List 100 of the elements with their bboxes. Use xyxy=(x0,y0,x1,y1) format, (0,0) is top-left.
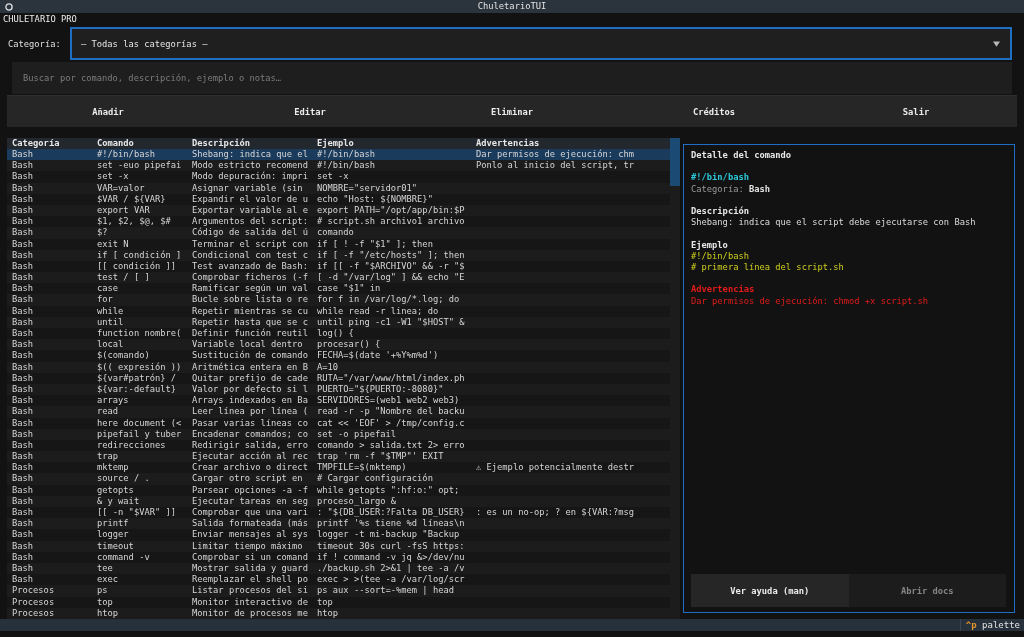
table-cell-text: if [ -f "/etc/hosts" ]; then xyxy=(317,249,466,261)
table-row[interactable]: Bash source / . Cargar otro script en # Cargar configuración xyxy=(7,473,670,485)
table-cell-text: Bash xyxy=(12,216,35,228)
table-cell-text: source / . xyxy=(97,473,151,485)
table-cell-text: Bash xyxy=(12,227,35,239)
table-cell-text: Expandir el valor de u xyxy=(192,193,309,205)
table-cell-text: comando xyxy=(317,227,355,239)
section-heading: Descripción xyxy=(691,206,750,218)
toolbar-button[interactable]: Eliminar xyxy=(411,95,613,127)
table-cell-text: htop xyxy=(97,607,120,619)
scrollbar-thumb[interactable] xyxy=(670,138,680,186)
table-row[interactable]: Bash if [ condición ] Condicional con test c if [ -f "/etc/hosts" ]; then xyxy=(7,249,670,261)
table-cell-text: Cargar otro script en xyxy=(192,473,304,485)
command-palette-button[interactable]: ^p palette xyxy=(959,619,1024,631)
table-cell-text: Bash xyxy=(12,272,35,284)
scrollbar-track[interactable] xyxy=(670,138,680,619)
table-row[interactable]: Bash local Variable local dentro procesar() { xyxy=(7,339,670,351)
table-row[interactable]: Bash test / [ ] Comprobar ficheros (-f [ -d "/var/log" ] && echo "E xyxy=(7,272,670,284)
column-header: Advertencias xyxy=(476,138,541,149)
table-row[interactable]: Bash read Leer línea por línea ( read -r -p "Nombre del backu xyxy=(7,406,670,418)
table-cell-text: #!/bin/bash xyxy=(317,149,376,161)
table-cell-text: Bash xyxy=(12,260,35,273)
table-cell-text: Bash xyxy=(12,439,35,452)
table-cell-text: if [[ -f "$ARCHIVO" && -r "$ xyxy=(317,260,466,273)
column-header: Comando xyxy=(97,138,135,149)
table-row[interactable]: Bash printf Salida formateada (más printf '%s tiene %d líneas\n xyxy=(7,518,670,530)
table-cell-text: Monitor interactivo de xyxy=(192,596,309,608)
table-cell-text: procesar() { xyxy=(317,339,382,351)
table-cell-text: case xyxy=(97,283,120,295)
description-text: Shebang: indica que el script debe ejecutarse con Bash xyxy=(691,217,977,229)
table-cell-text: Ramificar según un val xyxy=(192,283,309,295)
table-row[interactable]: Bash set -euo pipefai Modo estricto recomend #!/bin/bash Ponlo al inicio del script, tr xyxy=(7,160,670,172)
table-cell-text: Reemplazar el shell po xyxy=(192,574,309,586)
table-cell-text: Bash xyxy=(12,417,35,429)
table-cell-text: $(comando) xyxy=(97,350,151,362)
table-cell-text: read xyxy=(97,406,120,418)
table-cell-text: Bash xyxy=(12,551,35,563)
table-row[interactable]: Bash $(( expresión )) Aritmética entera en B A=10 xyxy=(7,361,670,373)
table-cell-text: set -o pipefail xyxy=(317,428,398,440)
table-row[interactable]: Procesos htop Monitor de procesos me htop xyxy=(7,607,670,619)
action-button[interactable]: Ver ayuda (man) xyxy=(691,574,849,607)
table-cell-text: $VAR / ${VAR} xyxy=(97,193,167,205)
table-row[interactable]: Bash $? Código de salida del ú comando xyxy=(7,227,670,239)
table-cell-text: export VAR xyxy=(97,204,151,217)
table-cell-text: # Cargar configuración xyxy=(317,473,434,485)
table-cell-text: Comprobar ficheros (-f xyxy=(192,272,309,284)
table-cell-text: #!/bin/bash xyxy=(317,160,376,172)
table-cell-text: while xyxy=(97,305,125,317)
table-cell-text: ./backup.sh 2>&1 | tee -a /v xyxy=(317,562,466,575)
table-cell-text: ps aux --sort=-%mem | head xyxy=(317,585,455,597)
table-cell-text: Exportar variable al e xyxy=(192,204,309,217)
table-cell-text: Condicional con test c xyxy=(192,249,309,261)
table-cell-text: Definir función reutil xyxy=(192,328,309,340)
table-cell-text: Repetir mientras se cu xyxy=(192,305,309,317)
table-cell-text: htop xyxy=(317,607,340,619)
table-row[interactable]: Bash trap Ejecutar acción al rec trap 'rm -f "$TMP"' EXIT xyxy=(7,451,670,463)
table-cell-text: Bash xyxy=(12,484,35,496)
search-field[interactable]: Buscar por comando, descripción, ejemplo o notas… xyxy=(12,62,1012,94)
table-row[interactable]: Bash for Bucle sobre lista o re for f in /var/log/*.log; do xyxy=(7,294,670,306)
table-cell-text: exec xyxy=(97,574,120,586)
table-cell-text: Pasar varias líneas co xyxy=(192,417,309,429)
table-row[interactable]: Bash VAR=valor Asignar variable (sin NOMBRE="servidor01" xyxy=(7,182,670,194)
table-cell-text: Asignar variable (sin xyxy=(192,182,304,194)
table-cell-text: cat << 'EOF' > /tmp/config.c xyxy=(317,417,466,429)
panel-title: Detalle del comando xyxy=(691,150,793,162)
table-cell-text: Bash xyxy=(12,540,35,552)
table-cell-text: : es un no-op; ? en ${VAR:?msg xyxy=(476,507,636,519)
table-cell-text: Redirigir salida, erro xyxy=(192,439,309,451)
field-label: Categoría: xyxy=(7,38,62,49)
table-cell-text: PUERTO="${PUERTO:-8080}" xyxy=(317,383,445,396)
table-cell-text: Bash xyxy=(12,350,35,362)
section-heading: Advertencias xyxy=(691,284,756,296)
table-cell-text: Código de salida del ú xyxy=(192,227,309,239)
table-cell-text: ${var:-default} xyxy=(97,383,178,396)
command-name: #!/bin/bash xyxy=(691,172,750,184)
table-cell-text: Bash xyxy=(12,204,35,217)
table-cell-text: Procesos xyxy=(12,607,56,619)
table-row[interactable]: Bash pipefail y tuber Encadenar comandos; co set -o pipefail xyxy=(7,428,670,440)
toolbar-button[interactable]: Créditos xyxy=(613,95,815,127)
category-dropdown[interactable]: — Todas las categorías — xyxy=(70,27,1012,60)
table-cell-text: Bash xyxy=(12,182,35,194)
toolbar-button[interactable]: Añadir xyxy=(7,95,209,127)
table-cell-text: case "$1" in xyxy=(317,283,382,295)
column-header: Ejemplo xyxy=(317,138,355,149)
table-cell-text: Valor por defecto si l xyxy=(192,383,309,396)
section-heading: Ejemplo xyxy=(691,239,729,251)
table-row[interactable]: Procesos ps Listar procesos del si ps aux --sort=-%mem | head xyxy=(7,585,670,597)
table-cell-text: Parsear opciones -a -f xyxy=(192,484,309,496)
table-cell-text: Bash xyxy=(12,518,35,530)
table-cell-text: Bash xyxy=(12,383,35,396)
table-row[interactable]: Bash timeout Limitar tiempo máximo timeout 30s curl -fsS https: xyxy=(7,540,670,552)
toolbar-button[interactable]: Editar xyxy=(209,95,411,127)
table-cell-text: pipefail y tuber xyxy=(97,428,183,440)
table-cell-text: Bash xyxy=(12,160,35,172)
table-cell-text: Bash xyxy=(12,473,35,485)
warning-text: Dar permisos de ejecución: chmod +x script.sh xyxy=(691,295,930,307)
table-row[interactable]: Bash #!/bin/bash Shebang: indica que el #!/bin/bash Dar permisos de ejecución: chm xyxy=(7,149,670,161)
table-cell-text: exit N xyxy=(97,238,130,250)
table-cell-text: Bash xyxy=(12,529,35,541)
toolbar-button[interactable]: Salir xyxy=(815,95,1017,127)
